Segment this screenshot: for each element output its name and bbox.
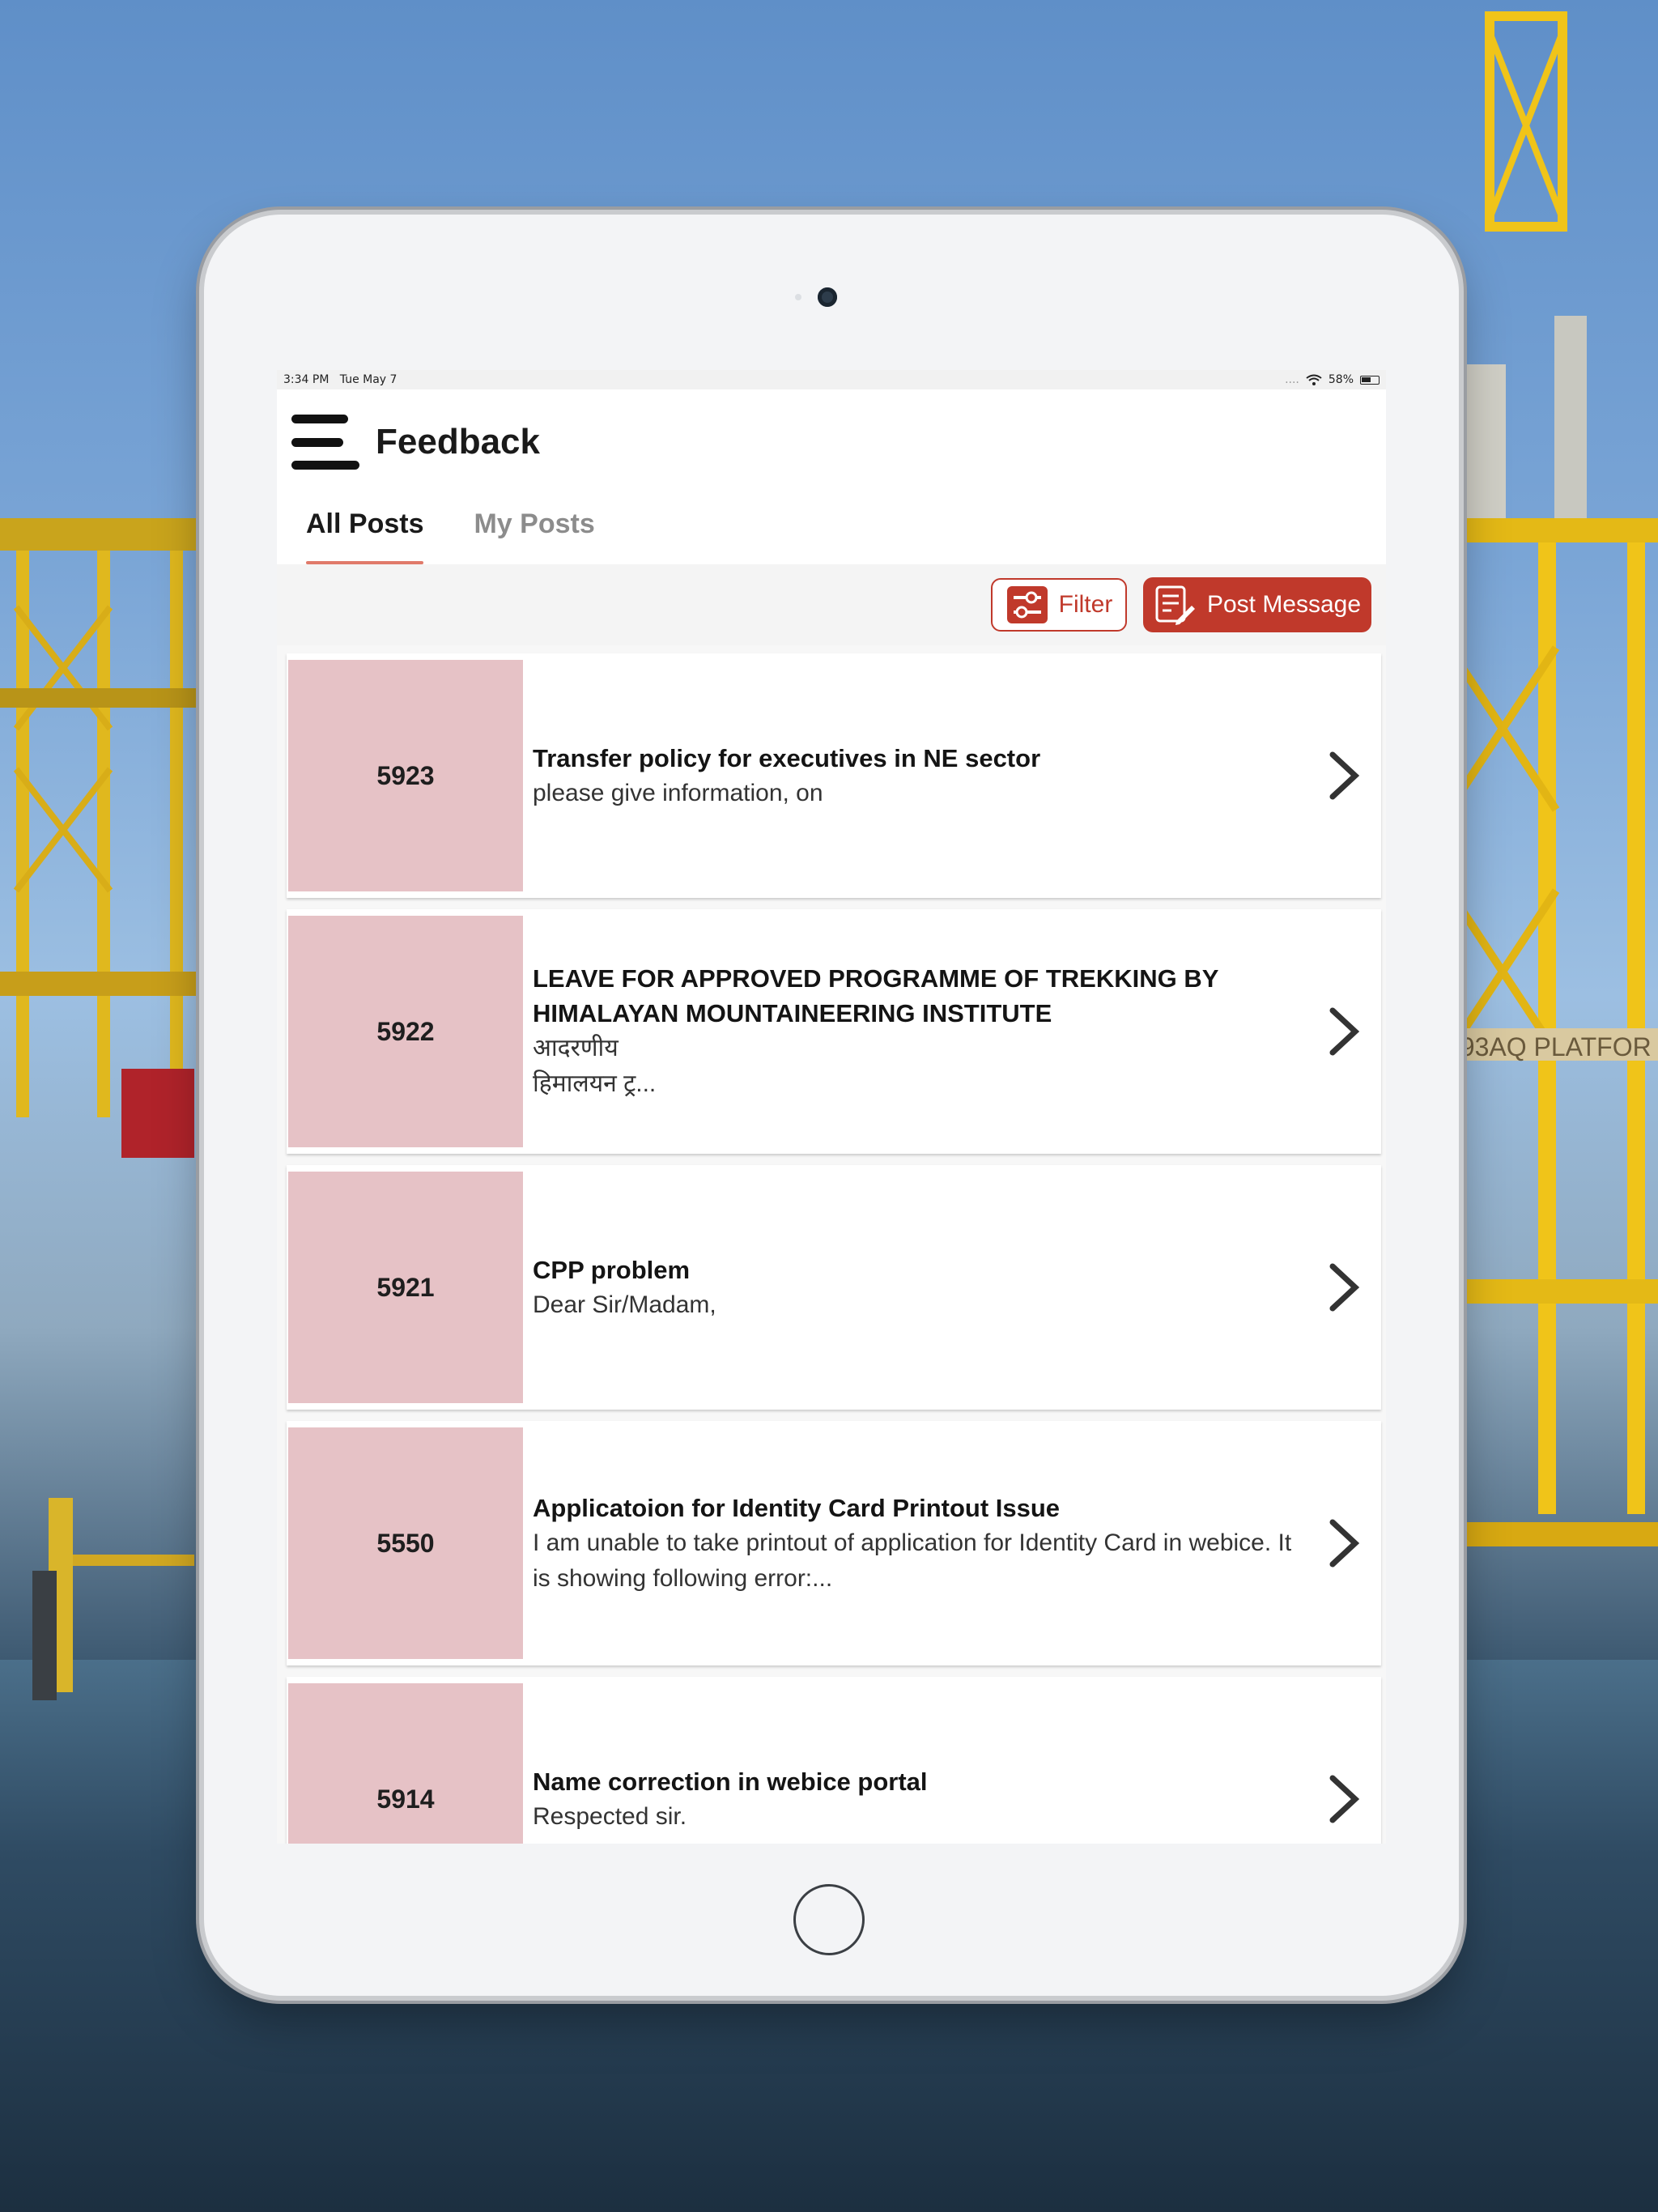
filter-icon: [1006, 586, 1048, 623]
post-list: 5923 Transfer policy for executives in N…: [277, 645, 1386, 1844]
chevron-right-icon: [1329, 1519, 1360, 1568]
post-card[interactable]: 5921 CPP problem Dear Sir/Madam,: [287, 1165, 1381, 1410]
home-button[interactable]: [793, 1884, 865, 1955]
post-card[interactable]: 5922 LEAVE FOR APPROVED PROGRAMME OF TRE…: [287, 909, 1381, 1154]
post-id: 5923: [288, 660, 523, 891]
status-date: Tue May 7: [339, 373, 397, 386]
wifi-icon: [1306, 374, 1322, 385]
post-id: 5921: [288, 1172, 523, 1403]
tab-all-posts[interactable]: All Posts: [306, 508, 424, 564]
post-title: Transfer policy for executives in NE sec…: [533, 743, 1041, 772]
light-sensor: [795, 294, 801, 300]
battery-icon: [1360, 375, 1380, 385]
chevron-right-icon: [1329, 1007, 1360, 1056]
tab-my-posts[interactable]: My Posts: [474, 508, 594, 564]
front-camera: [818, 287, 837, 307]
page-title: Feedback: [376, 422, 540, 462]
chevron-right-icon: [1329, 1775, 1360, 1823]
tab-bar: All Posts My Posts: [277, 495, 1386, 564]
post-content: CPP problem Dear Sir/Madam,: [523, 1165, 1381, 1410]
post-preview: Respected sir.: [533, 1802, 687, 1830]
post-id: 5550: [288, 1427, 523, 1659]
battery-percent: 58%: [1328, 373, 1354, 386]
app-screen: 3:34 PM Tue May 7 .... 58% Feedback All …: [277, 370, 1386, 1844]
signal-indicator: ....: [1285, 373, 1299, 386]
toolbar: Filter Post Message: [277, 564, 1386, 645]
post-content: Applicatoion for Identity Card Printout …: [523, 1421, 1381, 1665]
post-content: LEAVE FOR APPROVED PROGRAMME OF TREKKING…: [523, 909, 1381, 1154]
post-title: CPP problem: [533, 1255, 691, 1284]
app-header: Feedback: [277, 389, 1386, 495]
chevron-right-icon: [1329, 751, 1360, 800]
post-preview: I am unable to take printout of applicat…: [533, 1529, 1292, 1592]
platform-left-decoration: [0, 518, 210, 1700]
filter-button[interactable]: Filter: [991, 578, 1127, 632]
post-preview: आदरणीय हिमालयन ट्र...: [533, 1035, 657, 1097]
post-content: Name correction in webice portal Respect…: [523, 1677, 1381, 1844]
post-message-label: Post Message: [1206, 591, 1362, 618]
post-id: 5914: [288, 1683, 523, 1844]
menu-icon[interactable]: [291, 410, 361, 474]
status-bar: 3:34 PM Tue May 7 .... 58%: [277, 370, 1386, 389]
post-title: LEAVE FOR APPROVED PROGRAMME OF TREKKING…: [533, 964, 1218, 1027]
platform-right-decoration: 193AQ PLATFOR: [1441, 11, 1658, 1546]
post-message-button[interactable]: Post Message: [1143, 577, 1371, 632]
post-title: Applicatoion for Identity Card Printout …: [533, 1493, 1061, 1522]
filter-label: Filter: [1058, 591, 1113, 618]
chevron-right-icon: [1329, 1263, 1360, 1312]
post-id: 5922: [288, 916, 523, 1147]
status-left: 3:34 PM Tue May 7: [283, 373, 397, 386]
post-card[interactable]: 5914 Name correction in webice portal Re…: [287, 1677, 1381, 1844]
post-title: Name correction in webice portal: [533, 1767, 928, 1796]
post-preview: please give information, on: [533, 779, 823, 806]
post-card[interactable]: 5923 Transfer policy for executives in N…: [287, 653, 1381, 898]
post-content: Transfer policy for executives in NE sec…: [523, 653, 1381, 898]
status-right: .... 58%: [1285, 373, 1380, 386]
status-time: 3:34 PM: [283, 373, 329, 386]
compose-icon: [1155, 585, 1195, 625]
post-preview: Dear Sir/Madam,: [533, 1291, 716, 1318]
post-card[interactable]: 5550 Applicatoion for Identity Card Prin…: [287, 1421, 1381, 1665]
platform-label: 193AQ PLATFOR: [1446, 1032, 1652, 1061]
